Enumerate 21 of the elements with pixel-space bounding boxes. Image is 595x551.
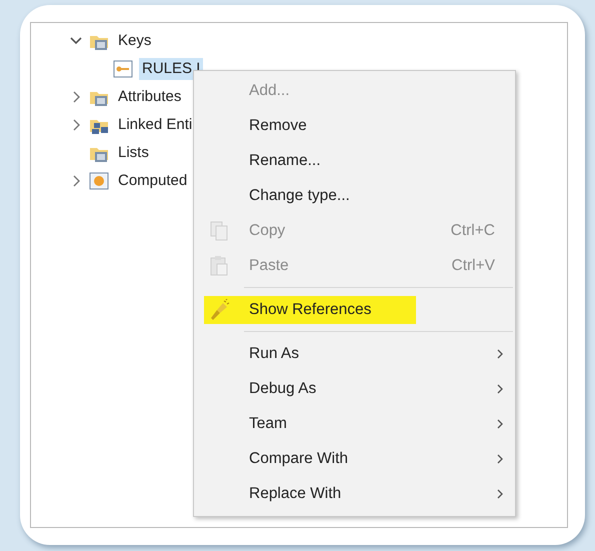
shortcut-label: Ctrl+V <box>452 256 495 276</box>
menu-item[interactable]: Team <box>194 406 515 441</box>
tree-item[interactable]: Linked Enti <box>115 114 196 136</box>
menu-item[interactable]: Remove <box>194 108 515 143</box>
key-icon <box>113 59 133 79</box>
tree-item[interactable]: Keys <box>115 30 154 52</box>
menu-item[interactable]: Rename... <box>194 143 515 178</box>
tree-item[interactable]: Computed <box>115 170 190 192</box>
menu-item[interactable]: Change type... <box>194 178 515 213</box>
tree-item[interactable]: Lists <box>115 142 152 164</box>
shortcut-label: Ctrl+C <box>450 220 495 241</box>
flashlight-icon <box>208 298 230 320</box>
tree-item[interactable]: RULES.I <box>139 58 204 80</box>
paste-icon <box>208 254 230 276</box>
menu-item[interactable]: Replace With <box>194 476 515 511</box>
menu-item[interactable]: Debug As <box>194 371 515 406</box>
tree-item[interactable]: Attributes <box>115 86 184 108</box>
menu-item[interactable]: Compare With <box>194 441 515 476</box>
menu-item[interactable]: Run As <box>194 336 515 371</box>
copy-icon <box>208 220 230 242</box>
computed-icon <box>89 171 109 191</box>
